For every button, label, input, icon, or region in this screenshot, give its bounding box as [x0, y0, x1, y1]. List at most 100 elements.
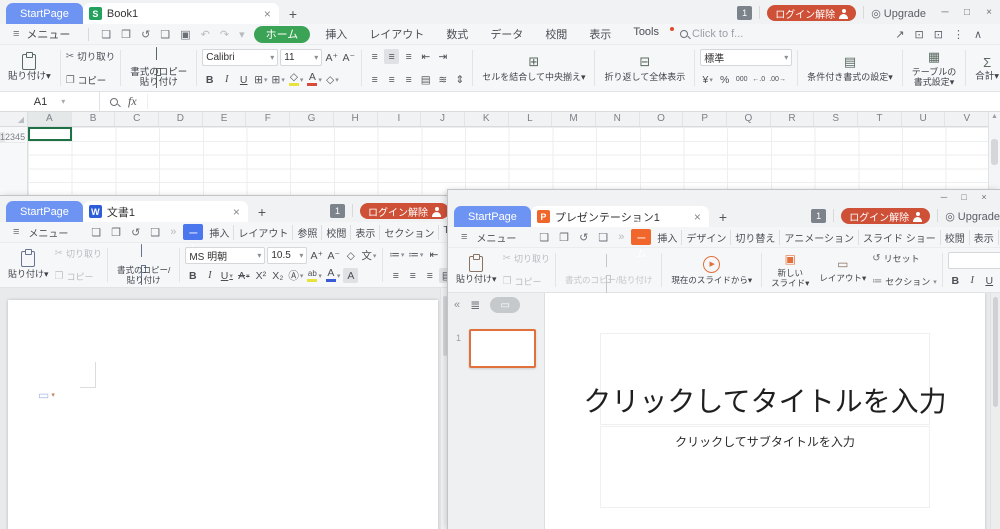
close-tab-icon[interactable]: ×: [262, 7, 273, 21]
highlight-button[interactable]: ab▾: [306, 268, 323, 283]
bold-button[interactable]: B: [948, 273, 963, 288]
section-button[interactable]: ≔セクション▾: [872, 275, 937, 288]
column-header[interactable]: T: [858, 112, 902, 126]
italic-button[interactable]: I: [219, 72, 234, 87]
slide-view-icon[interactable]: ▭: [490, 297, 520, 313]
ribbon-tab[interactable]: 表示: [350, 225, 379, 240]
maximize-button[interactable]: □: [954, 192, 974, 202]
column-header[interactable]: R: [771, 112, 815, 126]
tab-presentation1[interactable]: P プレゼンテーション1 ×: [531, 206, 709, 227]
open-file-icon[interactable]: ❏: [96, 28, 116, 41]
paste-button[interactable]: 貼り付け▾: [452, 251, 501, 289]
logout-button[interactable]: ログイン解除: [360, 203, 449, 219]
justify-button[interactable]: ▤: [418, 72, 433, 87]
align-center-button[interactable]: ≡: [384, 72, 399, 87]
conditional-format-button[interactable]: ▤ 条件付き書式の設定▾: [803, 48, 897, 88]
eraser-button[interactable]: ◇▾: [325, 72, 340, 87]
merge-center-button[interactable]: ⊞ セルを結合して中央揃え▾: [478, 48, 589, 88]
revert-icon[interactable]: ↺: [136, 28, 155, 41]
bullet-list-button[interactable]: ≔▾: [388, 247, 405, 262]
align-left-button[interactable]: ≡: [388, 268, 403, 283]
underline-button[interactable]: U: [236, 72, 251, 87]
increase-font-button[interactable]: A⁺: [324, 50, 339, 65]
dropdown-icon[interactable]: ▾: [234, 28, 250, 41]
ribbon-tab[interactable]: 挿入: [205, 225, 233, 240]
decrease-decimal-button[interactable]: .00→: [768, 72, 787, 87]
ribbon-tab[interactable]: レイアウト: [233, 225, 292, 240]
column-header[interactable]: B: [72, 112, 116, 126]
scrollbar-thumb[interactable]: [443, 296, 447, 356]
more-icon[interactable]: ⋮: [953, 28, 964, 41]
save-icon[interactable]: ❐: [116, 28, 136, 41]
column-header[interactable]: C: [115, 112, 159, 126]
ribbon-tab[interactable]: 校閲: [321, 225, 350, 240]
format-painter-button[interactable]: 書式のコピー貼り付け: [126, 48, 191, 88]
numbered-list-button[interactable]: ≔▾: [407, 247, 424, 262]
ribbon-tab[interactable]: 切り替え: [730, 230, 779, 245]
notification-badge[interactable]: 1: [330, 204, 345, 218]
minimize-button[interactable]: ─: [934, 192, 954, 202]
hamburger-menu-icon[interactable]: ≡: [8, 28, 24, 40]
copy-button[interactable]: ❐コピー: [55, 270, 102, 283]
tab-startpage[interactable]: StartPage: [454, 206, 531, 227]
logout-button[interactable]: ログイン解除: [841, 208, 930, 224]
ribbon-tab[interactable]: データ: [479, 26, 534, 42]
column-header[interactable]: N: [596, 112, 640, 126]
tab-startpage[interactable]: StartPage: [6, 3, 83, 24]
column-header[interactable]: S: [814, 112, 858, 126]
tab-book1[interactable]: S Book1 ×: [83, 3, 279, 24]
active-cell-a1[interactable]: [28, 127, 72, 141]
border-button[interactable]: ⊞▾: [253, 72, 268, 87]
font-size-combo[interactable]: 11▾: [280, 49, 322, 66]
column-header[interactable]: A: [28, 112, 72, 126]
revert-icon[interactable]: ↺: [574, 231, 593, 244]
ribbon-tab[interactable]: レイアウト: [358, 26, 435, 42]
underline-button[interactable]: U: [982, 273, 997, 288]
search-box[interactable]: Click to f...: [674, 28, 749, 40]
comma-style-button[interactable]: 000: [734, 72, 749, 87]
formula-input[interactable]: [148, 92, 1000, 111]
draw-border-button[interactable]: ⊞▾: [271, 72, 286, 87]
align-middle-button[interactable]: ≡: [384, 49, 399, 64]
new-tab-button[interactable]: +: [279, 6, 307, 24]
table-style-button[interactable]: ▦ テーブルの書式設定▾: [908, 48, 960, 88]
share-icon[interactable]: ↗: [895, 28, 904, 41]
collapse-ribbon-icon[interactable]: ∧: [974, 28, 982, 41]
column-header[interactable]: U: [902, 112, 946, 126]
layout-button[interactable]: ▭ レイアウト▾: [815, 251, 870, 289]
reset-button[interactable]: ↺リセット: [872, 252, 937, 265]
ribbon-tab[interactable]: セクション: [379, 225, 438, 240]
font-name-combo[interactable]: ▾: [948, 252, 1000, 269]
window-switch-icon[interactable]: ⊡: [915, 28, 924, 41]
distribute-button[interactable]: ≋: [435, 72, 450, 87]
select-all-corner[interactable]: ◢: [0, 112, 28, 126]
title-placeholder-box[interactable]: クリックしてタイトルを入力: [600, 333, 930, 425]
revert-icon[interactable]: ↺: [126, 226, 145, 239]
outline-view-icon[interactable]: ≣: [470, 298, 480, 312]
subtitle-placeholder-box[interactable]: クリックしてサブタイトルを入力: [600, 426, 930, 508]
number-format-combo[interactable]: 標準▾: [700, 49, 792, 66]
align-center-button[interactable]: ≡: [405, 268, 420, 283]
ribbon-tab[interactable]: 参照: [292, 225, 321, 240]
decrease-font-button[interactable]: A⁻: [341, 50, 356, 65]
superscript-button[interactable]: X²: [253, 268, 268, 283]
column-header[interactable]: G: [290, 112, 334, 126]
comment-icon[interactable]: ⊡: [934, 28, 943, 41]
vertical-scrollbar[interactable]: [990, 293, 1000, 529]
close-tab-icon[interactable]: ×: [692, 210, 703, 224]
char-tool-button[interactable]: 文▾: [360, 248, 377, 263]
orientation-button[interactable]: ⇕: [452, 72, 467, 87]
print-icon[interactable]: ❑: [155, 28, 175, 41]
increase-font-button[interactable]: A⁺: [309, 248, 324, 263]
notification-badge[interactable]: 1: [811, 209, 826, 223]
column-header[interactable]: J: [421, 112, 465, 126]
new-slide-button[interactable]: ▣ 新しいスライド▾: [767, 251, 813, 289]
font-color-button[interactable]: A▾: [306, 72, 323, 87]
paste-button[interactable]: 貼り付け▾: [4, 48, 55, 88]
column-header[interactable]: D: [159, 112, 203, 126]
hamburger-menu-icon[interactable]: ≡: [8, 226, 24, 238]
menu-button[interactable]: メニュー: [24, 26, 81, 42]
column-header[interactable]: Q: [727, 112, 771, 126]
column-header[interactable]: F: [246, 112, 290, 126]
ribbon-tab[interactable]: 挿入: [653, 230, 681, 245]
